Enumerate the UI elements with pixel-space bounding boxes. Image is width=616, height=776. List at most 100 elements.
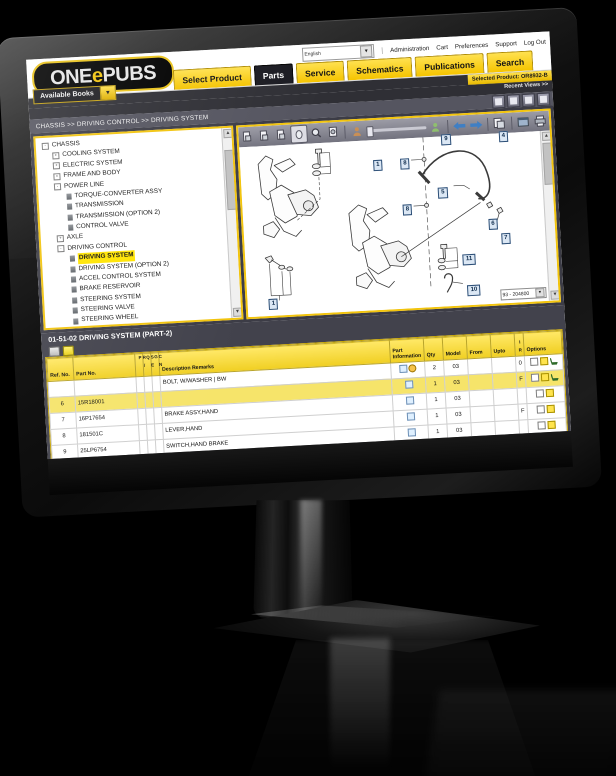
cell-model: 03 <box>446 406 471 424</box>
floor-reflection-panel <box>420 690 616 776</box>
col-rp[interactable]: R / P <box>134 353 147 377</box>
col-options[interactable]: Options <box>523 330 563 356</box>
cell-part-information[interactable] <box>391 376 427 395</box>
part-info-icon[interactable] <box>407 428 416 438</box>
scroll-down-icon[interactable]: ▼ <box>550 290 560 300</box>
cell-part-information[interactable] <box>393 408 428 427</box>
option-checkbox[interactable] <box>530 373 539 383</box>
collapse-icon[interactable]: - <box>57 245 65 253</box>
print-icon[interactable] <box>532 113 548 130</box>
sort-icon[interactable] <box>521 93 536 108</box>
main-body: - CHASSIS + COOLING SYSTEM + ELECTRIC SYSTEM +… <box>30 105 565 334</box>
collapse-icon[interactable]: - <box>41 142 49 150</box>
cell-part-information[interactable] <box>390 360 426 379</box>
part-info-icon[interactable] <box>398 364 408 374</box>
add-to-cart-icon[interactable] <box>550 374 558 381</box>
window-icon[interactable] <box>516 114 532 131</box>
tab-publications[interactable]: Publications <box>414 53 485 77</box>
tree-scroll-thumb[interactable] <box>224 149 237 211</box>
tab-schematics[interactable]: Schematics <box>346 56 413 81</box>
viewer-scroll-thumb[interactable] <box>542 142 554 185</box>
link-preferences[interactable]: Preferences <box>455 41 489 50</box>
diagram-callout[interactable]: 4 <box>498 131 509 143</box>
page-first-icon[interactable] <box>240 129 256 146</box>
person-icon[interactable] <box>349 123 365 140</box>
tab-parts[interactable]: Parts <box>253 63 294 86</box>
recent-views-link[interactable]: Recent Views >> <box>504 82 548 90</box>
chevron-down-icon[interactable]: ▼ <box>535 288 545 298</box>
page-prev-icon[interactable] <box>257 128 273 145</box>
link-cart[interactable]: Cart <box>436 43 448 51</box>
col-part-information[interactable]: Part Information <box>389 338 425 363</box>
comment-icon[interactable] <box>48 345 61 357</box>
arrow-right-icon[interactable] <box>468 116 484 133</box>
filter-icon[interactable] <box>506 94 521 108</box>
document-icon <box>72 307 78 314</box>
diagram-callout[interactable]: 11 <box>462 253 476 266</box>
col-upto[interactable]: Upto <box>490 333 516 358</box>
diagram-callout[interactable]: 1 <box>372 160 383 172</box>
chevron-down-icon[interactable]: ▼ <box>99 86 116 100</box>
scroll-up-icon[interactable]: ▲ <box>223 128 233 139</box>
option-highlight-checkbox[interactable] <box>539 357 548 366</box>
cell-part-information[interactable] <box>392 392 428 411</box>
col-ir-label: I R <box>517 339 523 352</box>
zoom-slider[interactable] <box>365 125 427 137</box>
tab-service[interactable]: Service <box>295 60 345 84</box>
expand-icon[interactable]: + <box>52 162 61 170</box>
highlight-icon[interactable] <box>62 345 75 356</box>
page-layout-icon[interactable] <box>492 115 508 132</box>
option-checkbox[interactable] <box>536 421 546 430</box>
scroll-up-icon[interactable]: ▲ <box>541 131 552 141</box>
zoom-level-value: 93 - 204800 <box>502 290 530 298</box>
diagram-callout[interactable]: 8 <box>400 158 411 171</box>
cell-upto <box>493 403 519 422</box>
diagram-callout[interactable]: 7 <box>500 233 511 245</box>
expand-icon[interactable]: + <box>61 328 70 331</box>
col-part-no[interactable]: Part No. <box>72 353 136 380</box>
option-checkbox[interactable] <box>536 405 545 415</box>
zoom-tool-icon[interactable] <box>309 125 325 142</box>
diagram-callout[interactable]: 9 <box>441 134 452 146</box>
diagram-callout[interactable]: 8 <box>402 204 413 216</box>
col-from[interactable]: From <box>466 334 492 359</box>
expand-icon[interactable]: + <box>52 152 60 160</box>
list-view-icon[interactable] <box>491 94 506 109</box>
option-highlight-checkbox[interactable] <box>545 389 554 398</box>
hand-tool-icon[interactable] <box>290 124 308 144</box>
snapshot-icon[interactable] <box>325 124 341 141</box>
tab-select-product[interactable]: Select Product <box>172 65 252 90</box>
expand-icon[interactable]: + <box>53 172 61 181</box>
col-qty[interactable]: Qty <box>423 337 444 361</box>
part-info-icon[interactable] <box>406 412 415 422</box>
zoom-slider-knob[interactable] <box>365 125 374 137</box>
col-ref-no[interactable]: Ref. No. <box>46 357 75 382</box>
link-administration[interactable]: Administration <box>390 44 430 53</box>
expand-icon[interactable]: + <box>56 235 65 243</box>
scroll-down-icon[interactable]: ▼ <box>232 307 243 317</box>
link-log-out[interactable]: Log Out <box>524 38 546 46</box>
diagram-callout[interactable]: 5 <box>437 187 448 199</box>
add-to-cart-icon[interactable] <box>550 358 558 365</box>
diagram-callout[interactable]: 1 <box>268 298 279 310</box>
option-highlight-checkbox[interactable] <box>546 421 556 430</box>
option-checkbox[interactable] <box>535 389 544 399</box>
part-info-icon[interactable] <box>404 380 413 390</box>
diagram-callout[interactable]: 10 <box>467 284 481 296</box>
option-highlight-checkbox[interactable] <box>540 373 549 382</box>
document-icon <box>73 317 79 325</box>
option-highlight-checkbox[interactable] <box>546 405 555 414</box>
page-next-icon[interactable] <box>273 127 289 144</box>
diagram-callout[interactable]: 6 <box>488 218 498 231</box>
part-info-icon[interactable] <box>405 396 414 406</box>
tab-search[interactable]: Search <box>486 50 534 73</box>
export-icon[interactable] <box>536 92 551 107</box>
collapse-icon[interactable]: - <box>53 183 62 191</box>
person-add-icon[interactable] <box>428 118 444 135</box>
arrow-left-icon[interactable] <box>452 117 468 134</box>
option-checkbox[interactable] <box>529 357 538 367</box>
chevron-down-icon[interactable]: ▼ <box>360 45 373 58</box>
link-support[interactable]: Support <box>495 40 517 48</box>
part-alert-icon[interactable] <box>408 364 417 373</box>
col-model[interactable]: Model <box>442 335 468 360</box>
